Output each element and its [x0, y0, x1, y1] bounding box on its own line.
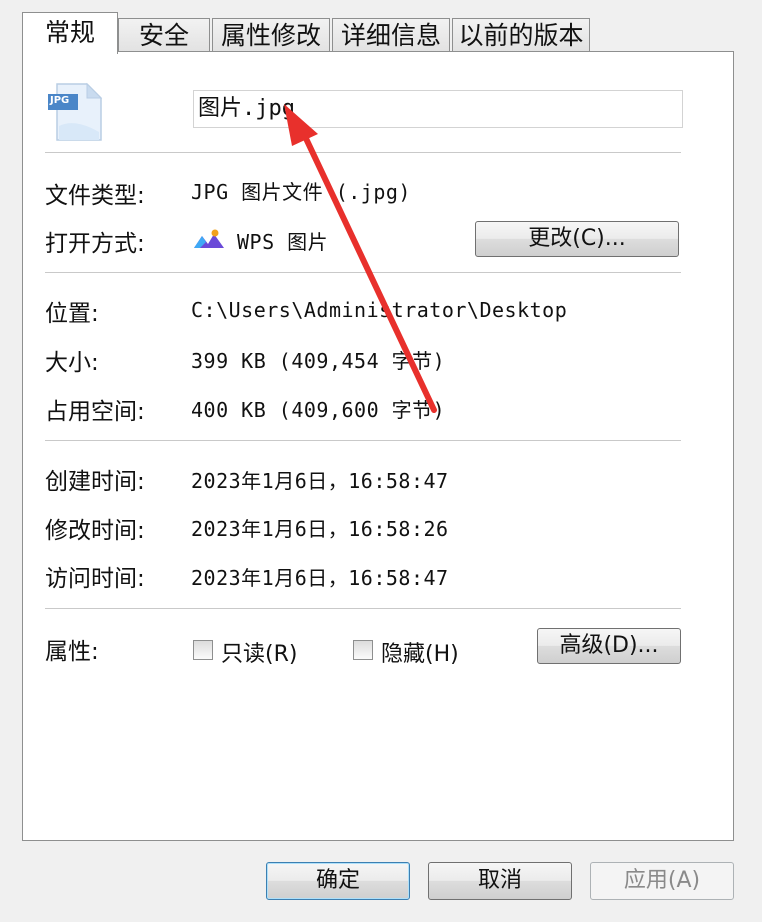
tab-attribute-modify[interactable]: 属性修改	[212, 18, 330, 52]
accessed-value: 2023年1月6日，16:58:47	[191, 566, 449, 590]
file-type-label: 文件类型:	[45, 183, 145, 209]
divider	[45, 152, 681, 154]
tab-general[interactable]: 常规	[22, 12, 118, 54]
divider	[45, 608, 681, 610]
modified-label: 修改时间:	[45, 518, 145, 544]
file-properties-dialog: 常规 安全 属性修改 详细信息 以前的版本 JPG 图片.jpg 文件类型: J…	[0, 0, 762, 922]
hidden-label[interactable]: 隐藏(H)	[381, 636, 459, 668]
change-open-with-button[interactable]: 更改(C)...	[475, 221, 679, 257]
wps-picture-icon	[193, 228, 225, 250]
location-value: C:\Users\Administrator\Desktop	[191, 298, 568, 322]
cancel-button[interactable]: 取消	[428, 862, 572, 900]
size-label: 大小:	[45, 350, 99, 376]
size-on-disk-label: 占用空间:	[45, 399, 145, 425]
created-label: 创建时间:	[45, 469, 145, 495]
location-label: 位置:	[45, 301, 99, 327]
open-with-app: WPS 图片	[237, 230, 329, 254]
tab-previous-versions[interactable]: 以前的版本	[452, 18, 590, 52]
apply-button[interactable]: 应用(A)	[590, 862, 734, 900]
tab-security[interactable]: 安全	[118, 18, 210, 52]
general-tab-panel: JPG 图片.jpg 文件类型: JPG 图片文件 (.jpg) 打开方式: W…	[22, 51, 734, 841]
tab-details[interactable]: 详细信息	[332, 18, 450, 52]
file-name-input[interactable]: 图片.jpg	[193, 90, 683, 128]
accessed-label: 访问时间:	[45, 566, 145, 592]
divider	[45, 272, 681, 274]
created-value: 2023年1月6日，16:58:47	[191, 469, 449, 493]
open-with-label: 打开方式:	[45, 231, 145, 257]
size-on-disk-value: 400 KB (409,600 字节)	[191, 398, 446, 422]
size-value: 399 KB (409,454 字节)	[191, 349, 446, 373]
hidden-checkbox[interactable]	[353, 640, 373, 660]
modified-value: 2023年1月6日，16:58:26	[191, 517, 449, 541]
jpg-file-icon: JPG	[47, 82, 103, 142]
ok-button[interactable]: 确定	[266, 862, 410, 900]
advanced-button[interactable]: 高级(D)...	[537, 628, 681, 664]
jpg-badge-label: JPG	[50, 95, 70, 106]
file-type-value: JPG 图片文件 (.jpg)	[191, 180, 411, 204]
readonly-label[interactable]: 只读(R)	[221, 636, 297, 668]
readonly-checkbox[interactable]	[193, 640, 213, 660]
attributes-label: 属性:	[45, 639, 99, 665]
divider	[45, 440, 681, 442]
